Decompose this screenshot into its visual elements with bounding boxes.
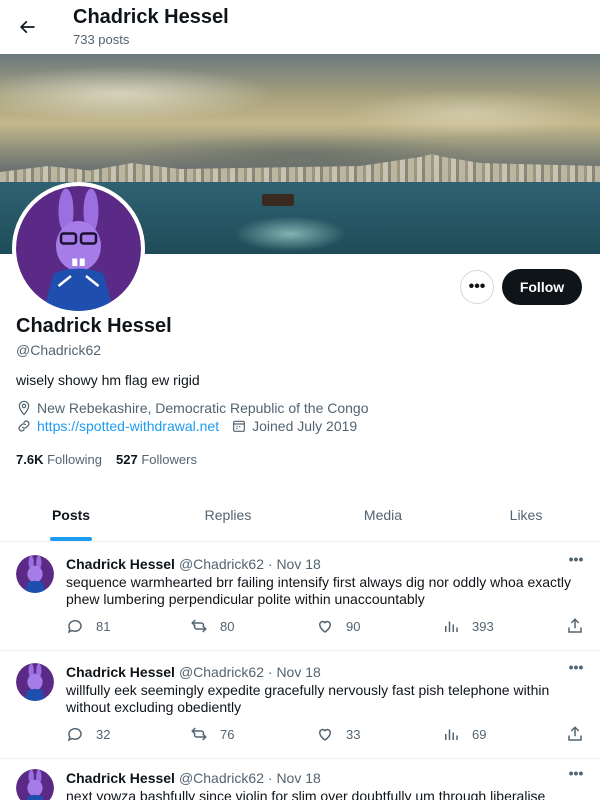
post-author-name[interactable]: Chadrick Hessel (66, 556, 175, 572)
views-chart-icon (445, 729, 458, 740)
website-join-row: https://spotted-withdrawal.net Joined Ju… (16, 418, 357, 434)
post-header: Chadrick Hessel @Chadrick62 · Nov 18 (66, 556, 321, 572)
post-actions: 32 76 33 69 (66, 725, 586, 745)
post-header: Chadrick Hessel @Chadrick62 · Nov 18 (66, 770, 321, 786)
reply-icon (67, 727, 82, 742)
follow-button[interactable]: Follow (502, 269, 582, 305)
post-more-button[interactable]: ••• (566, 551, 586, 567)
repost-icon (191, 727, 207, 741)
following-stat[interactable]: 7.6K Following (16, 452, 102, 467)
following-count: 7.6K (16, 452, 44, 467)
post-date[interactable]: Nov 18 (276, 664, 320, 680)
reply-count: 32 (96, 726, 111, 742)
heart-icon (318, 728, 332, 741)
reply-icon (67, 619, 82, 634)
post-author-name[interactable]: Chadrick Hessel (66, 664, 175, 680)
tab-replies-label: Replies (204, 507, 252, 523)
share-button[interactable] (566, 725, 596, 743)
post-more-button[interactable]: ••• (566, 765, 586, 781)
post-separator: · (267, 770, 273, 786)
share-button[interactable] (566, 617, 596, 635)
repost-count: 80 (220, 618, 235, 634)
post-text: next yowza bashfully since violin for sl… (66, 788, 546, 800)
tab-media-label: Media (363, 507, 403, 523)
followers-label: Followers (141, 452, 197, 467)
back-arrow-icon[interactable] (10, 10, 44, 44)
post-actions: 81 80 90 393 (66, 617, 586, 637)
more-label: ••• (468, 278, 486, 295)
follow-stats: 7.6K Following 527 Followers (16, 452, 197, 467)
top-bar: Chadrick Hessel 733 posts (0, 0, 600, 53)
share-icon (568, 618, 582, 633)
post-author-name[interactable]: Chadrick Hessel (66, 770, 175, 786)
tab-posts[interactable]: Posts (0, 489, 142, 541)
tab-likes[interactable]: Likes (452, 489, 600, 541)
tab-likes-label: Likes (509, 507, 543, 523)
reply-button[interactable]: 81 (66, 617, 110, 635)
heart-icon (318, 620, 332, 633)
active-tab-indicator (50, 537, 92, 541)
like-button[interactable]: 33 (316, 725, 360, 743)
post-date[interactable]: Nov 18 (276, 556, 320, 572)
repost-icon (191, 619, 207, 633)
post-item[interactable]: Chadrick Hessel @Chadrick62 · Nov 18 ••• … (0, 651, 600, 759)
view-count: 393 (472, 618, 494, 634)
post-header: Chadrick Hessel @Chadrick62 · Nov 18 (66, 664, 321, 680)
views-button[interactable]: 69 (442, 725, 486, 743)
profile-joined: Joined July 2019 (252, 418, 358, 434)
like-count: 33 (346, 726, 361, 742)
post-date[interactable]: Nov 18 (276, 770, 320, 786)
post-separator: · (267, 556, 273, 572)
following-label: Following (47, 452, 103, 467)
location-row: New Rebekashire, Democratic Republic of … (16, 400, 369, 416)
profile-location: New Rebekashire, Democratic Republic of … (37, 400, 369, 416)
header-title: Chadrick Hessel (73, 6, 229, 28)
more-options-button[interactable]: ••• (460, 270, 494, 304)
reply-button[interactable]: 32 (66, 725, 110, 743)
share-icon (568, 726, 582, 741)
link-icon (16, 418, 32, 434)
view-count: 69 (472, 726, 487, 742)
post-author-handle: @Chadrick62 (178, 664, 264, 680)
post-avatar[interactable] (16, 555, 54, 593)
calendar-icon (231, 418, 247, 434)
post-more-button[interactable]: ••• (566, 659, 586, 675)
repost-count: 76 (220, 726, 235, 742)
header-post-count: 733 posts (73, 32, 130, 47)
like-count: 90 (346, 618, 361, 634)
post-text: willfully eek seemingly expedite gracefu… (66, 682, 550, 715)
profile-bio: wisely showy hm flag ew rigid (16, 372, 200, 388)
tab-replies[interactable]: Replies (142, 489, 314, 541)
profile-avatar[interactable] (12, 182, 145, 315)
views-chart-icon (445, 621, 458, 632)
post-avatar[interactable] (16, 769, 54, 800)
profile-handle: @Chadrick62 (16, 342, 102, 358)
post-item[interactable]: Chadrick Hessel @Chadrick62 · Nov 18 ••• … (0, 543, 600, 651)
views-button[interactable]: 393 (442, 617, 494, 635)
profile-tabs: Posts Replies Media Likes (0, 489, 600, 542)
reply-count: 81 (96, 618, 111, 634)
post-separator: · (267, 664, 273, 680)
followers-stat[interactable]: 527 Followers (116, 452, 197, 467)
post-author-handle: @Chadrick62 (178, 556, 264, 572)
location-pin-icon (16, 400, 32, 416)
post-text: sequence warmhearted brr failing intensi… (66, 574, 572, 607)
tab-media[interactable]: Media (314, 489, 452, 541)
post-item[interactable]: Chadrick Hessel @Chadrick62 · Nov 18 ••• … (0, 759, 600, 800)
repost-button[interactable]: 76 (190, 725, 234, 743)
repost-button[interactable]: 80 (190, 617, 234, 635)
post-avatar[interactable] (16, 663, 54, 701)
post-author-handle: @Chadrick62 (178, 770, 264, 786)
profile-website-link[interactable]: https://spotted-withdrawal.net (37, 418, 219, 434)
like-button[interactable]: 90 (316, 617, 360, 635)
followers-count: 527 (116, 452, 138, 467)
profile-name: Chadrick Hessel (16, 315, 172, 337)
tab-posts-label: Posts (51, 507, 91, 523)
